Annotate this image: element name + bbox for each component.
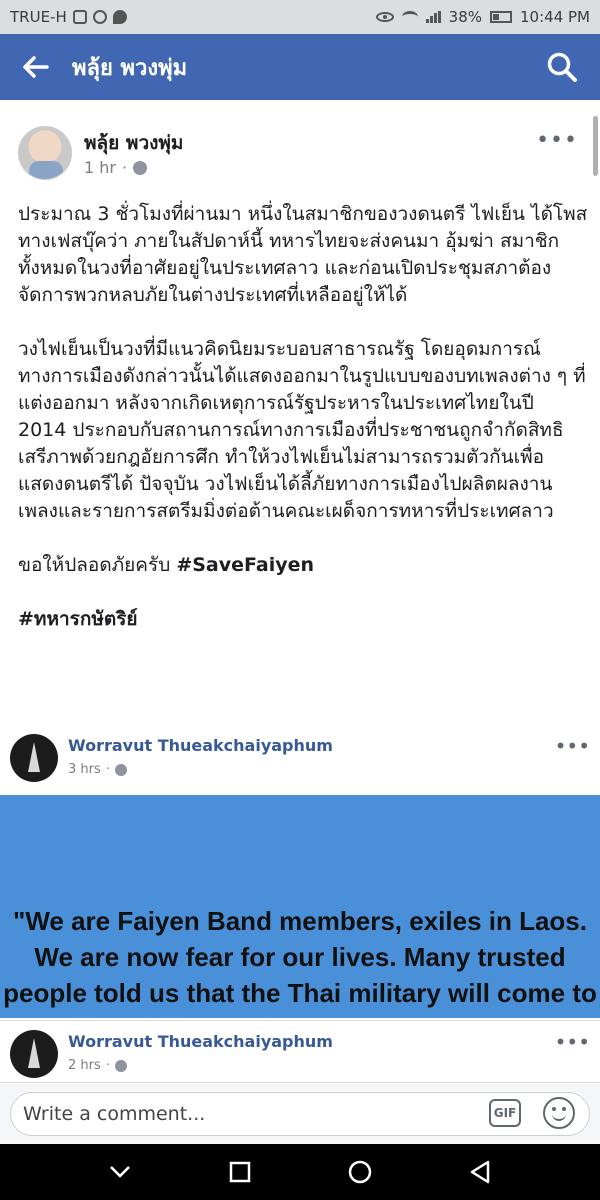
scrollbar[interactable] bbox=[593, 116, 598, 176]
meta-separator: · bbox=[105, 1058, 110, 1073]
hashtag-link[interactable]: #ทหารกษัตริย์ bbox=[18, 608, 138, 630]
post-paragraph: วงไฟเย็นเป็นวงที่มีแนวคิดนิยมระบอบสาธารณ… bbox=[18, 338, 586, 522]
post-closing: ขอให้ปลอดภัยครับ #SaveFaiyen bbox=[18, 552, 588, 579]
more-horizontal-icon: ••• bbox=[536, 128, 578, 153]
back-button[interactable] bbox=[0, 34, 72, 100]
triangle-back-icon bbox=[470, 1160, 490, 1184]
nav-home-button[interactable] bbox=[340, 1152, 380, 1192]
commenter-avatar[interactable] bbox=[10, 1030, 58, 1078]
carrier-label: TRUE-H bbox=[10, 8, 67, 26]
smiley-icon[interactable] bbox=[543, 1097, 575, 1129]
comment-item: Worravut Thueakchaiyaphum 2 hrs · ••• bbox=[10, 1030, 590, 1086]
meta-separator: · bbox=[121, 158, 128, 177]
comment-placeholder: Write a comment... bbox=[23, 1103, 206, 1125]
comment-meta: 2 hrs · bbox=[68, 1058, 127, 1073]
eye-comfort-icon bbox=[375, 12, 394, 22]
clock: 10:44 PM bbox=[520, 8, 590, 26]
post-paragraph: ประมาณ 3 ชั่วโมงที่ผ่านมา หนึ่งในสมาชิกข… bbox=[18, 203, 588, 306]
comment-more-button[interactable]: ••• bbox=[555, 1030, 590, 1054]
globe-icon bbox=[114, 1059, 127, 1072]
more-horizontal-icon: ••• bbox=[554, 734, 590, 758]
signal-icon bbox=[425, 11, 441, 23]
commenter-avatar[interactable] bbox=[10, 734, 58, 782]
meta-separator: · bbox=[105, 762, 110, 777]
comment-input[interactable]: Write a comment... GIF bbox=[10, 1092, 590, 1136]
post-meta: 1 hr · bbox=[84, 158, 148, 177]
more-horizontal-icon: ••• bbox=[554, 1030, 590, 1054]
globe-icon bbox=[133, 160, 148, 175]
message-notification-icon bbox=[112, 10, 127, 24]
post-body: ประมาณ 3 ชั่วโมงที่ผ่านมา หนึ่งในสมาชิกข… bbox=[18, 201, 588, 660]
search-icon bbox=[547, 52, 577, 82]
shared-image[interactable]: "We are Faiyen Band members, exiles in L… bbox=[0, 795, 600, 1018]
circle-icon bbox=[348, 1160, 372, 1184]
system-nav-bar bbox=[0, 1144, 600, 1200]
search-button[interactable] bbox=[546, 51, 578, 83]
comment-time[interactable]: 2 hrs bbox=[68, 1058, 101, 1073]
chevron-down-icon bbox=[110, 1166, 130, 1178]
page-title: พลุ้ย พวงพุ่ม bbox=[72, 55, 188, 81]
nav-down-button[interactable] bbox=[100, 1152, 140, 1192]
gif-button[interactable]: GIF bbox=[489, 1099, 521, 1127]
comment-composer: Write a comment... GIF bbox=[0, 1082, 600, 1144]
wifi-icon bbox=[401, 11, 418, 23]
app-header: พลุ้ย พวงพุ่ม bbox=[0, 34, 600, 100]
comment-meta: 3 hrs · bbox=[68, 762, 127, 777]
divider bbox=[0, 1020, 600, 1021]
nav-recents-button[interactable] bbox=[220, 1152, 260, 1192]
globe-icon bbox=[114, 763, 127, 776]
image-text: "We are Faiyen Band members, exiles in L… bbox=[3, 906, 597, 1018]
hashtag-link[interactable]: #SaveFaiyen bbox=[176, 554, 314, 576]
square-icon bbox=[229, 1161, 251, 1183]
comment-item: Worravut Thueakchaiyaphum 3 hrs · ••• bbox=[10, 734, 590, 790]
post-header: พลุ้ย พวงพุ่ม 1 hr · ••• bbox=[18, 126, 578, 184]
comment-time[interactable]: 3 hrs bbox=[68, 762, 101, 777]
status-bar: TRUE-H 38% 10:44 PM bbox=[0, 0, 600, 34]
nav-back-button[interactable] bbox=[460, 1152, 500, 1192]
commenter-name[interactable]: Worravut Thueakchaiyaphum bbox=[68, 1032, 333, 1051]
camera-notification-icon bbox=[72, 10, 87, 24]
post-hashtag-line: #ทหารกษัตริย์ bbox=[18, 606, 588, 633]
comment-more-button[interactable]: ••• bbox=[555, 734, 590, 758]
post-more-button[interactable]: ••• bbox=[536, 128, 578, 153]
closing-text: ขอให้ปลอดภัยครับ bbox=[18, 554, 177, 576]
battery-percent: 38% bbox=[448, 8, 483, 26]
app-notification-icon bbox=[92, 10, 107, 24]
commenter-name[interactable]: Worravut Thueakchaiyaphum bbox=[68, 736, 333, 755]
battery-icon bbox=[490, 11, 513, 23]
arrow-left-icon bbox=[23, 56, 49, 78]
post-author[interactable]: พลุ้ย พวงพุ่ม bbox=[84, 128, 183, 158]
post-time[interactable]: 1 hr bbox=[84, 158, 116, 177]
author-avatar[interactable] bbox=[18, 126, 72, 180]
